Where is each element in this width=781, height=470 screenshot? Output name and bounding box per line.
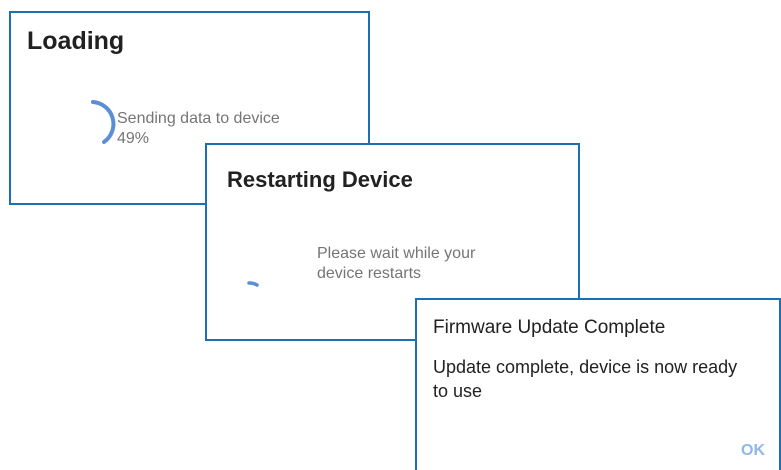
loading-message-text: Sending data to device (117, 110, 280, 127)
ok-button[interactable]: OK (741, 442, 765, 460)
screenshot-collage: Loading Sending data to device 49% Resta… (0, 0, 781, 470)
loading-spinner-icon (91, 100, 116, 144)
dialog-title: Firmware Update Complete (433, 317, 666, 338)
restart-spinner-icon (247, 281, 259, 287)
restarting-message-line2: device restarts (317, 265, 422, 282)
dialog-title: Loading (27, 27, 125, 55)
firmware-complete-dialog: Firmware Update Complete Update complete… (415, 298, 781, 470)
dialog-title: Restarting Device (227, 167, 413, 192)
firmware-message: Update complete, device is now ready to … (433, 357, 738, 401)
restarting-message: Please wait while your device restarts (317, 244, 475, 284)
restarting-message-line1: Please wait while your (317, 245, 476, 262)
